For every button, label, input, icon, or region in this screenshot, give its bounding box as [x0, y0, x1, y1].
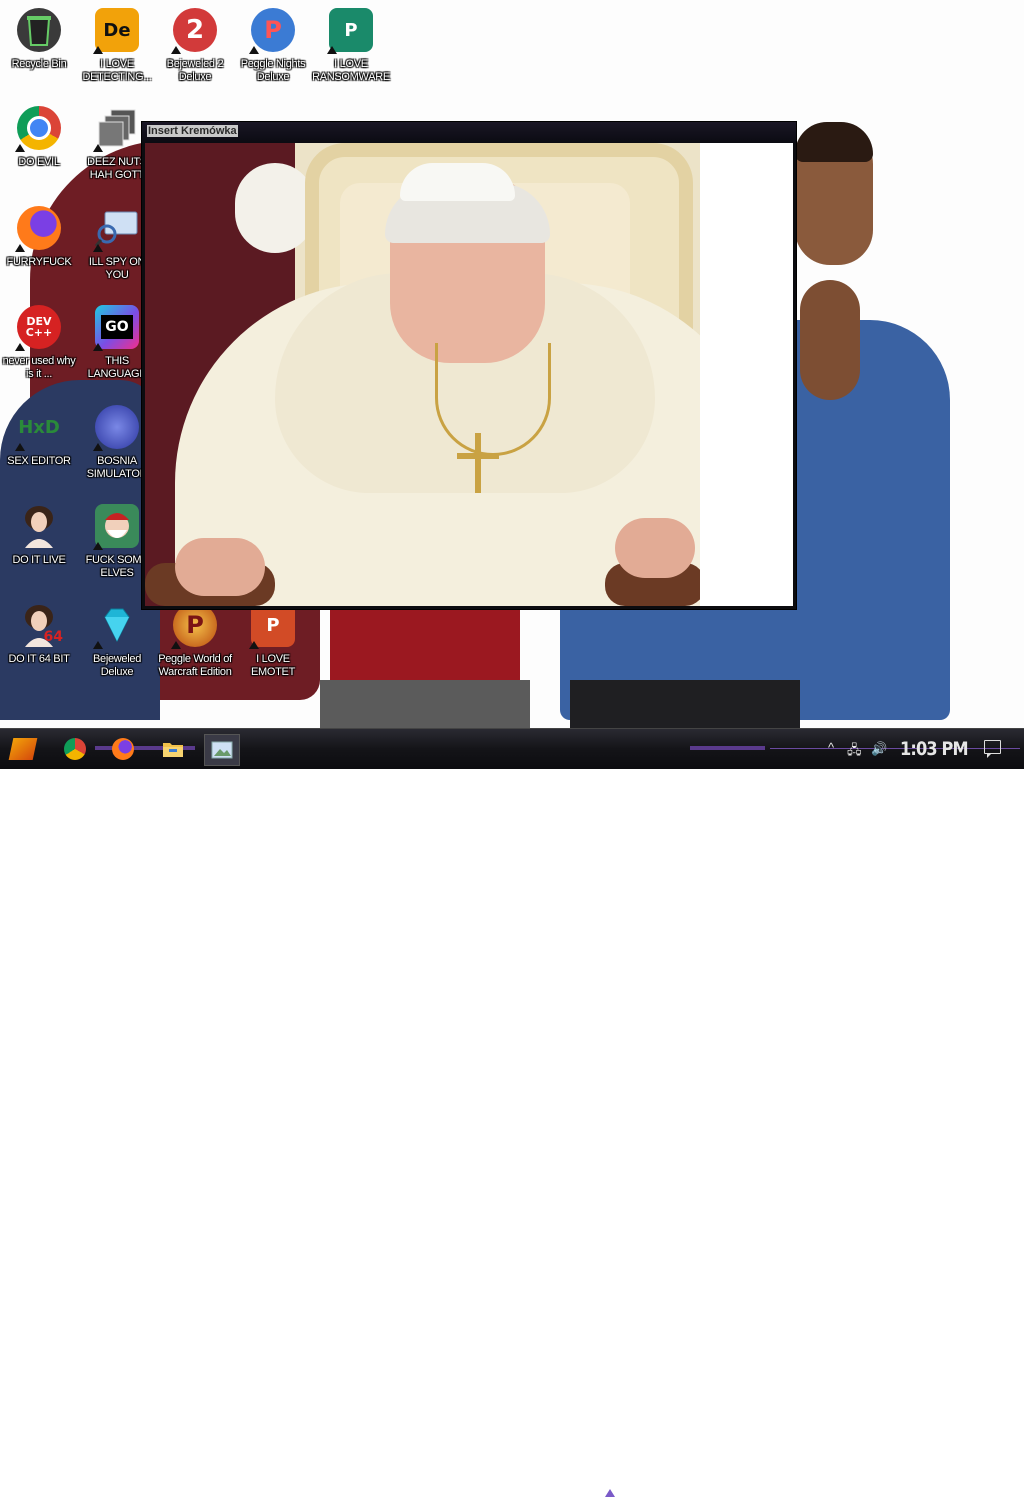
detect-it-easy-icon: De	[93, 8, 139, 54]
chrome-icon	[15, 106, 61, 152]
chrome-icon	[64, 738, 86, 760]
photo-cross	[475, 433, 481, 493]
portrait-icon	[17, 504, 61, 548]
desktop-icon-publisher[interactable]: P I LOVE RANSOMWARE	[312, 8, 390, 84]
desktop-icon-bejeweled-2[interactable]: 2 Bejeweled 2 Deluxe	[156, 8, 234, 84]
icon-label: Peggle World of Warcraft Edition	[158, 653, 232, 678]
taskbar: ^ 🖧 🔊 1:03 PM	[0, 728, 1024, 1497]
icon-label: FURRYFUCK	[6, 256, 72, 268]
taskbar-accent-line	[770, 748, 1020, 749]
icon-label: I LOVE DETECTING...	[82, 58, 152, 83]
wallpaper-grey-pants	[320, 680, 530, 728]
notification-icon[interactable]	[984, 740, 1001, 758]
firefox-icon	[15, 206, 61, 252]
icon-label: DO EVIL	[18, 156, 60, 168]
firefox-icon	[112, 738, 134, 760]
portrait-64-icon: 64	[17, 603, 63, 647]
network-icon[interactable]: 🖧	[847, 741, 862, 763]
start-button[interactable]	[6, 734, 40, 764]
desktop-icon-do-it-64-bit[interactable]: 64 DO IT 64 BIT	[0, 603, 78, 666]
taskbar-clock[interactable]: 1:03 PM	[900, 738, 969, 760]
photo-chain	[435, 343, 551, 456]
santa-icon	[93, 504, 139, 550]
publisher-icon: P	[327, 8, 373, 54]
desktop-icon-powerpoint[interactable]: P I LOVE EMOTET	[234, 603, 312, 679]
taskbar-chrome-button[interactable]	[58, 734, 92, 764]
icon-label: Bejeweled Deluxe	[92, 653, 142, 678]
taskbar-image-viewer-button[interactable]	[204, 734, 240, 766]
icon-label: I LOVE EMOTET	[250, 653, 296, 678]
photo-hand-right	[615, 518, 695, 578]
volume-icon[interactable]: 🔊	[871, 741, 887, 757]
window-content	[145, 143, 793, 606]
recycle-bin-icon	[17, 8, 61, 52]
taskbar-explorer-button[interactable]	[156, 734, 190, 764]
wallpaper-man-arm	[800, 280, 860, 400]
desktop-icon-recycle-bin[interactable]: Recycle Bin	[0, 8, 78, 71]
photo-cross-bar	[457, 453, 499, 459]
image-viewer-icon	[211, 741, 233, 759]
photo-zucchetto	[400, 163, 515, 201]
mouse-cursor-icon	[605, 1489, 615, 1497]
desktop-icon-bejeweled[interactable]: Bejeweled Deluxe	[78, 603, 156, 679]
image-viewer-window[interactable]: Insert Kremówka	[141, 121, 797, 610]
desktop-icon-dev-cpp[interactable]: DEV C++ never used why is it ...	[0, 305, 78, 381]
window-title: Insert Kremówka	[147, 125, 238, 137]
photo-hand-left	[175, 538, 265, 596]
pope-photo	[145, 143, 700, 606]
wallpaper-man-belt	[570, 680, 800, 728]
icon-label: Bejeweled 2 Deluxe	[166, 58, 224, 83]
goland-icon: GO	[93, 305, 139, 351]
taskbar-firefox-button[interactable]	[106, 734, 140, 764]
desktop-icon-do-it-live[interactable]: DO IT LIVE	[0, 504, 78, 567]
desktop-icon-chrome[interactable]: DO EVIL	[0, 106, 78, 169]
icon-label: Recycle Bin	[11, 58, 67, 70]
icon-label: DO IT LIVE	[12, 554, 66, 566]
desktop-icon-detect-it-easy[interactable]: De I LOVE DETECTING...	[78, 8, 156, 84]
dev-cpp-icon: DEV C++	[15, 305, 61, 351]
icon-label: I LOVE RANSOMWARE	[312, 58, 390, 83]
hxd-icon: HxD	[15, 405, 61, 451]
desktop-icon-firefox[interactable]: FURRYFUCK	[0, 206, 78, 269]
folder-icon	[163, 743, 183, 757]
stacked-windows-icon	[93, 106, 139, 152]
icon-label: SEX EDITOR	[7, 455, 71, 467]
virus-icon	[93, 405, 139, 451]
magnifier-icon	[93, 206, 139, 252]
icon-label: never used why is it ...	[2, 355, 76, 380]
wallpaper-man-hair	[795, 122, 873, 162]
desktop-icon-hxd[interactable]: HxD SEX EDITOR	[0, 405, 78, 468]
tray-overflow-chevron-icon[interactable]: ^	[828, 740, 834, 755]
photo-santa-fur	[235, 163, 315, 253]
desktop-icon-peggle-wow[interactable]: P Peggle World of Warcraft Edition	[156, 603, 234, 679]
icon-label: Peggle Nights Deluxe	[240, 58, 306, 83]
start-logo-icon	[8, 738, 38, 760]
window-titlebar[interactable]: Insert Kremówka	[142, 122, 796, 143]
peggle-nights-icon: P	[249, 8, 295, 54]
taskbar-accent-right	[690, 746, 765, 750]
desktop-icon-peggle-nights[interactable]: P Peggle Nights Deluxe	[234, 8, 312, 84]
icon-label: DO IT 64 BIT	[8, 653, 70, 665]
diamond-icon	[93, 603, 139, 649]
bejeweled-2-icon: 2	[171, 8, 217, 54]
